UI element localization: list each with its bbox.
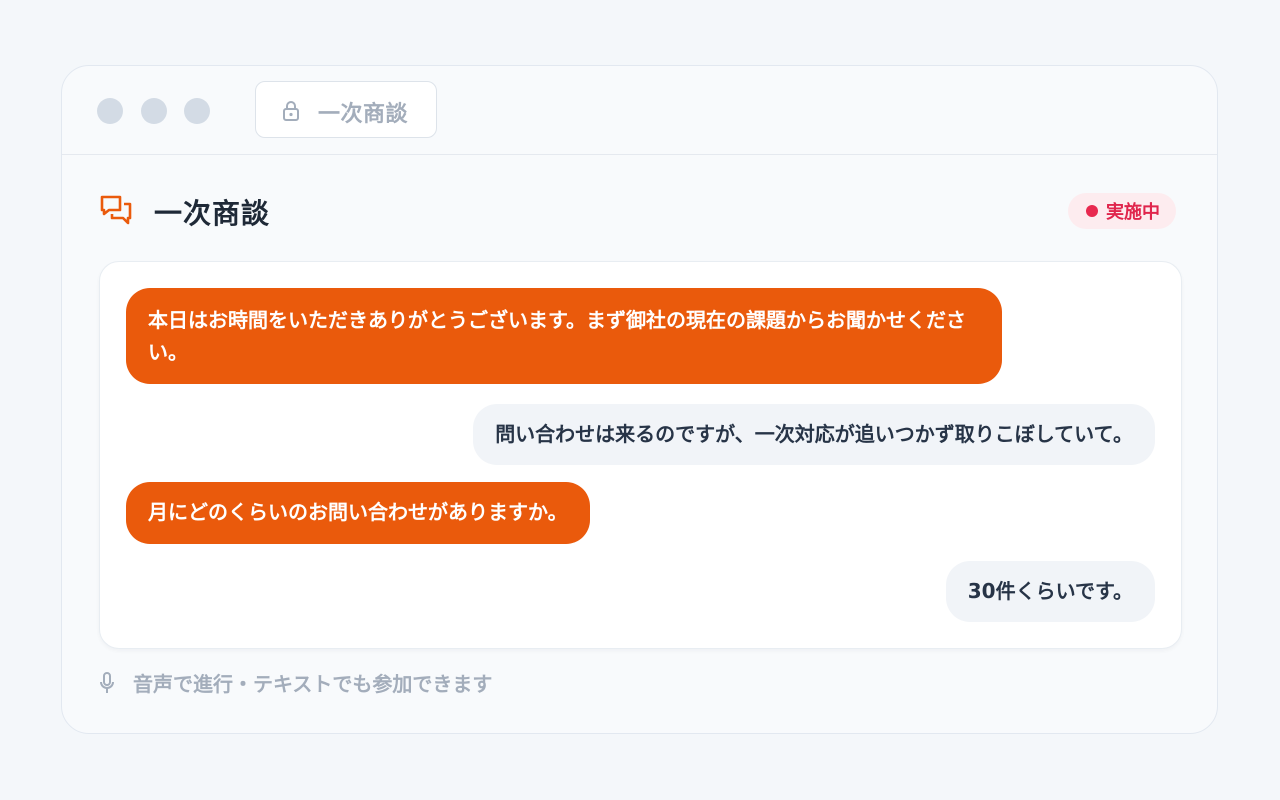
tab-negotiation[interactable]: 一次商談	[255, 81, 437, 138]
message-agent: 月にどのくらいのお問い合わせがありますか。	[126, 482, 590, 544]
page-title: 一次商談	[154, 197, 271, 230]
microphone-icon	[99, 671, 115, 694]
message-user: 30件くらいです。	[945, 561, 1155, 622]
message-agent: 本日はお時間をいただきありがとうございます。まず御社の現在の課題からお聞かせくだ…	[126, 288, 1002, 384]
status-label: 実施中	[1106, 202, 1160, 223]
window-control-maximize[interactable]	[184, 98, 210, 124]
tab-label: 一次商談	[318, 102, 409, 127]
input-hint-text: 音声で進行・テキストでも参加できます	[133, 672, 493, 696]
window-control-close[interactable]	[97, 98, 123, 124]
app-window: 一次商談 一次商談 実施中 本日はお時間をいただきありがとうございます。まず御社…	[61, 65, 1218, 734]
status-badge: 実施中	[1068, 193, 1176, 229]
chat-transcript[interactable]: 本日はお時間をいただきありがとうございます。まず御社の現在の課題からお聞かせくだ…	[99, 261, 1182, 649]
status-dot-icon	[1086, 205, 1098, 217]
lock-icon	[282, 100, 300, 122]
message-user: 問い合わせは来るのですが、一次対応が追いつかず取りこぼしていて。	[473, 404, 1155, 465]
input-hint: 音声で進行・テキストでも参加できます	[99, 668, 492, 697]
window-control-minimize[interactable]	[141, 98, 167, 124]
window-titlebar: 一次商談	[62, 66, 1217, 155]
chat-bubbles-icon	[99, 194, 133, 228]
